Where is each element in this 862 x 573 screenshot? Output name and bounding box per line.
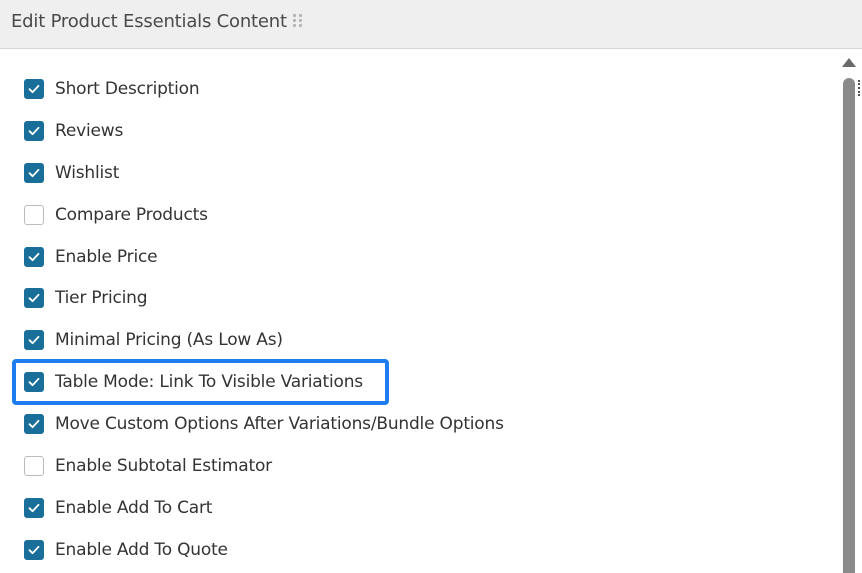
right-edge — [858, 50, 862, 573]
option-move-custom-options[interactable]: Move Custom Options After Variations/Bun… — [24, 412, 504, 436]
option-label: Short Description — [55, 79, 200, 99]
checkmark-icon — [28, 335, 40, 345]
checkbox-minimal-pricing[interactable] — [24, 330, 44, 350]
checkbox-enable-price[interactable] — [24, 247, 44, 267]
checkmark-icon — [28, 293, 40, 303]
checkmark-icon — [28, 84, 40, 94]
option-table-mode[interactable]: Table Mode: Link To Visible Variations — [24, 370, 363, 394]
checkmark-icon — [28, 252, 40, 262]
edge-mark — [858, 80, 862, 96]
option-label: Enable Add To Cart — [55, 498, 213, 518]
option-label: Table Mode: Link To Visible Variations — [55, 372, 363, 392]
checkmark-icon — [28, 503, 40, 513]
checkbox-move-custom-options[interactable] — [24, 414, 44, 434]
option-wishlist[interactable]: Wishlist — [24, 161, 119, 185]
option-compare-products[interactable]: Compare Products — [24, 203, 208, 227]
checkbox-reviews[interactable] — [24, 121, 44, 141]
checkmark-icon — [28, 545, 40, 555]
option-tier-pricing[interactable]: Tier Pricing — [24, 286, 148, 310]
option-label: Enable Subtotal Estimator — [55, 456, 272, 476]
options-list: Short Description Reviews Wishlist Compa… — [0, 50, 840, 573]
checkbox-add-to-quote[interactable] — [24, 540, 44, 560]
dialog-title: Edit Product Essentials Content — [11, 11, 303, 32]
vertical-scrollbar[interactable] — [840, 50, 858, 573]
option-label: Move Custom Options After Variations/Bun… — [55, 414, 504, 434]
option-minimal-pricing[interactable]: Minimal Pricing (As Low As) — [24, 328, 283, 352]
checkbox-table-mode[interactable] — [24, 372, 44, 392]
checkbox-wishlist[interactable] — [24, 163, 44, 183]
checkmark-icon — [28, 168, 40, 178]
option-label: Wishlist — [55, 163, 120, 183]
checkmark-icon — [28, 126, 40, 136]
option-label: Reviews — [55, 121, 124, 141]
dialog-header: Edit Product Essentials Content — [0, 0, 862, 49]
scroll-up-arrow-icon[interactable] — [842, 58, 856, 67]
option-label: Enable Price — [55, 247, 158, 267]
checkbox-subtotal-estimator[interactable] — [24, 456, 44, 476]
scrollbar-thumb[interactable] — [843, 78, 855, 573]
checkmark-icon — [28, 377, 40, 387]
option-short-description[interactable]: Short Description — [24, 77, 200, 101]
checkmark-icon — [28, 419, 40, 429]
dialog-title-text: Edit Product Essentials Content — [11, 11, 287, 32]
option-subtotal-estimator[interactable]: Enable Subtotal Estimator — [24, 454, 272, 478]
option-label: Enable Add To Quote — [55, 540, 228, 560]
checkbox-compare-products[interactable] — [24, 205, 44, 225]
drag-handle-icon[interactable] — [292, 13, 303, 28]
option-label: Compare Products — [55, 205, 208, 225]
option-reviews[interactable]: Reviews — [24, 119, 123, 143]
option-label: Tier Pricing — [55, 288, 148, 308]
checkbox-tier-pricing[interactable] — [24, 288, 44, 308]
option-add-to-quote[interactable]: Enable Add To Quote — [24, 538, 228, 562]
option-enable-price[interactable]: Enable Price — [24, 245, 158, 269]
option-label: Minimal Pricing (As Low As) — [55, 330, 283, 350]
checkbox-short-description[interactable] — [24, 79, 44, 99]
option-add-to-cart[interactable]: Enable Add To Cart — [24, 496, 212, 520]
checkbox-add-to-cart[interactable] — [24, 498, 44, 518]
